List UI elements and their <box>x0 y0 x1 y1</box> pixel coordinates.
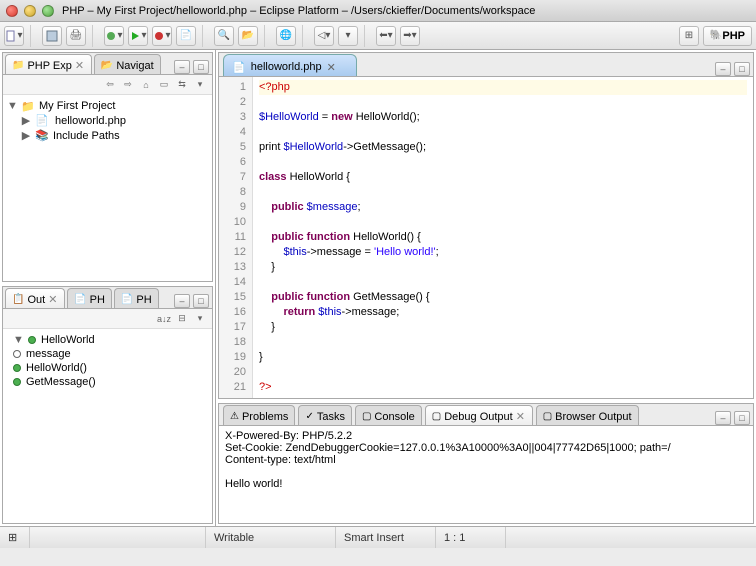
class-icon <box>28 336 36 344</box>
run-button[interactable]: ▾ <box>128 26 148 46</box>
search-button[interactable]: 🔍 <box>214 26 234 46</box>
minimize-window-icon[interactable] <box>24 5 36 17</box>
editor-tab-helloworld[interactable]: 📄 helloworld.php ✕ <box>223 54 357 76</box>
minimize-view-icon[interactable]: – <box>174 60 190 74</box>
run-ext-button[interactable]: ▾ <box>152 26 172 46</box>
include-paths[interactable]: Include Paths <box>53 130 120 142</box>
maximize-view-icon[interactable]: □ <box>193 60 209 74</box>
outline-field[interactable]: message <box>26 348 71 360</box>
project-tree[interactable]: ▼📁My First Project ▶📄helloworld.php ▶📚In… <box>3 95 212 281</box>
outline-view: 📋 Out ✕ 📄 PH 📄 PH –□ a↓z ⊟ ▾ ▼HelloWorld… <box>2 286 213 524</box>
field-icon <box>13 350 21 358</box>
debug-output-content[interactable]: X-Powered-By: PHP/5.2.2 Set-Cookie: Zend… <box>219 426 753 523</box>
minimize-panel-icon[interactable]: – <box>715 411 731 425</box>
last-edit-button[interactable]: ⬅▾ <box>376 26 396 46</box>
view-menu-icon[interactable]: ▾ <box>192 78 208 92</box>
output-line: Hello world! <box>225 478 747 490</box>
tab-browser-output[interactable]: ▢ Browser Output <box>536 405 639 425</box>
status-writable: Writable <box>214 532 254 544</box>
status-bar: ⊞ Writable Smart Insert 1 : 1 <box>0 526 756 548</box>
web-browser-button[interactable]: 🌐 <box>276 26 296 46</box>
editor-area: 📄 helloworld.php ✕ –□ 123456789101112131… <box>218 52 754 399</box>
output-line: Set-Cookie: ZendDebuggerCookie=127.0.0.1… <box>225 442 747 454</box>
maximize-view-icon[interactable]: □ <box>193 294 209 308</box>
toggle-icon[interactable]: ⊟ <box>174 312 190 326</box>
editor-tab-label: helloworld.php <box>251 61 322 73</box>
outline-class[interactable]: HelloWorld <box>41 334 95 346</box>
view-menu-icon[interactable]: ▾ <box>192 312 208 326</box>
close-window-icon[interactable] <box>6 5 18 17</box>
close-icon[interactable]: ✕ <box>75 59 85 72</box>
next-annot-button[interactable]: ➡▾ <box>400 26 420 46</box>
tab-tasks[interactable]: ✓ Tasks <box>298 405 352 425</box>
nav-back-button[interactable]: ◁▾ <box>314 26 334 46</box>
fwd-icon[interactable]: ⇨ <box>120 78 136 92</box>
status-insert: Smart Insert <box>344 532 404 544</box>
show-views-icon[interactable]: ⊞ <box>8 531 17 544</box>
project-name[interactable]: My First Project <box>39 100 115 112</box>
window-titlebar: PHP – My First Project/helloworld.php – … <box>0 0 756 22</box>
main-toolbar: ▾ 🖨 ▾ ▾ ▾ 📄 🔍 📂 🌐 ◁▾ ▾ ⬅▾ ➡▾ ⊞ 🐘 PHP <box>0 22 756 50</box>
perspective-php[interactable]: 🐘 PHP <box>703 26 752 46</box>
tab-debug-output[interactable]: ▢ Debug Output ✕ <box>425 405 533 425</box>
tab-ph1[interactable]: 📄 PH <box>67 288 112 308</box>
minimize-editor-icon[interactable]: – <box>715 62 731 76</box>
status-position: 1 : 1 <box>444 532 465 544</box>
php-explorer-view: 📁 PHP Exp ✕ 📂 Navigat –□ ⇦ ⇨ ⌂ ▭ ⇆ ▾ ▼📁M… <box>2 52 213 282</box>
close-editor-icon[interactable]: ✕ <box>327 61 336 74</box>
zoom-window-icon[interactable] <box>42 5 54 17</box>
maximize-editor-icon[interactable]: □ <box>734 62 750 76</box>
save-button[interactable] <box>42 26 62 46</box>
outline-tree[interactable]: ▼HelloWorld message HelloWorld() GetMess… <box>3 329 212 523</box>
tab-ph2[interactable]: 📄 PH <box>114 288 159 308</box>
bottom-panel: ⚠ Problems ✓ Tasks ▢ Console ▢ Debug Out… <box>218 403 754 524</box>
method-icon <box>13 378 21 386</box>
print-button[interactable]: 🖨 <box>66 26 86 46</box>
open-type-button[interactable]: 📂 <box>238 26 258 46</box>
home-icon[interactable]: ⌂ <box>138 78 154 92</box>
new-php-file-button[interactable]: 📄 <box>176 26 196 46</box>
open-perspective-button[interactable]: ⊞ <box>679 26 699 46</box>
debug-button[interactable]: ▾ <box>104 26 124 46</box>
traffic-lights <box>6 5 54 17</box>
tab-console[interactable]: ▢ Console <box>355 405 422 425</box>
code-content[interactable]: <?php $HelloWorld = new HelloWorld(); pr… <box>253 77 753 398</box>
back-icon[interactable]: ⇦ <box>102 78 118 92</box>
line-gutter: 123456789101112131415161718192021 <box>219 77 253 398</box>
sort-icon[interactable]: a↓z <box>156 312 172 326</box>
window-title: PHP – My First Project/helloworld.php – … <box>62 5 535 17</box>
outline-method1[interactable]: HelloWorld() <box>26 362 87 374</box>
php-file-icon: 📄 <box>232 61 246 74</box>
link-editor-icon[interactable]: ⇆ <box>174 78 190 92</box>
nav-fwd-button[interactable]: ▾ <box>338 26 358 46</box>
outline-method2[interactable]: GetMessage() <box>26 376 96 388</box>
tab-navigator[interactable]: 📂 Navigat <box>94 54 161 74</box>
new-button[interactable]: ▾ <box>4 26 24 46</box>
output-line: X-Powered-By: PHP/5.2.2 <box>225 430 747 442</box>
output-line: Content-type: text/html <box>225 454 747 466</box>
tab-php-explorer[interactable]: 📁 PHP Exp ✕ <box>5 54 92 74</box>
close-icon[interactable]: ✕ <box>48 293 58 306</box>
tab-problems[interactable]: ⚠ Problems <box>223 405 295 425</box>
close-icon[interactable]: ✕ <box>516 410 526 423</box>
tab-outline[interactable]: 📋 Out ✕ <box>5 288 65 308</box>
minimize-view-icon[interactable]: – <box>174 294 190 308</box>
code-editor[interactable]: 123456789101112131415161718192021 <?php … <box>219 77 753 398</box>
maximize-panel-icon[interactable]: □ <box>734 411 750 425</box>
collapse-all-icon[interactable]: ▭ <box>156 78 172 92</box>
workbench: 📁 PHP Exp ✕ 📂 Navigat –□ ⇦ ⇨ ⌂ ▭ ⇆ ▾ ▼📁M… <box>0 50 756 526</box>
file-helloworld[interactable]: helloworld.php <box>53 115 128 127</box>
method-icon <box>13 364 21 372</box>
